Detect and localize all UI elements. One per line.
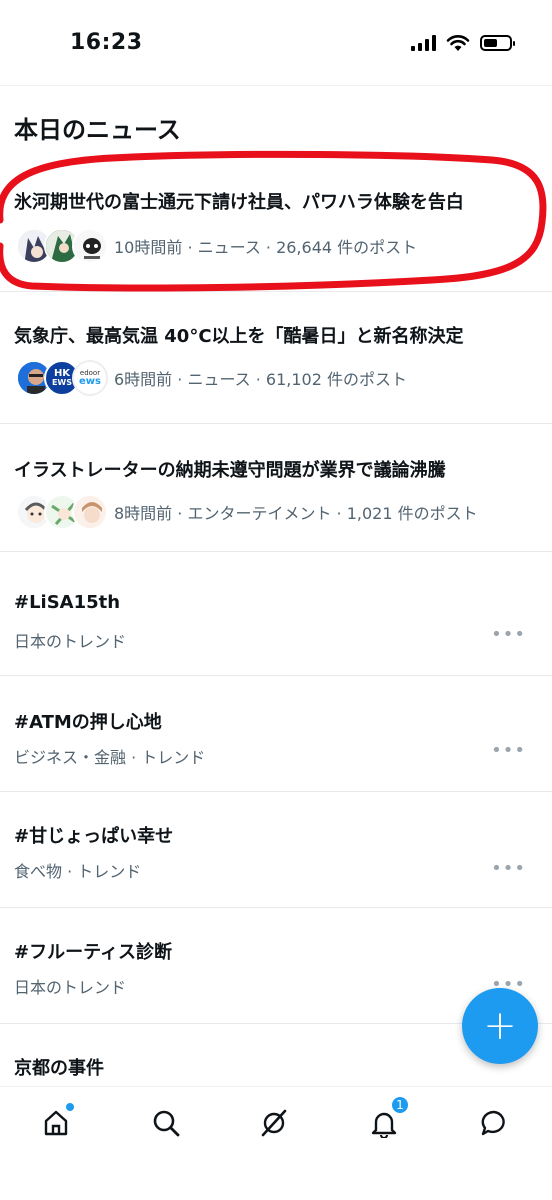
grok-icon bbox=[261, 1109, 287, 1137]
avatar-group bbox=[16, 228, 108, 264]
trend-category: 日本のトレンド bbox=[14, 632, 127, 651]
cellular-signal-icon bbox=[411, 35, 436, 51]
trend-name: #フルーティス診断 bbox=[14, 942, 173, 963]
tab-grok[interactable] bbox=[254, 1103, 294, 1143]
tab-home[interactable] bbox=[36, 1103, 76, 1143]
news-title: 氷河期世代の富士通元下請け社員、パワハラ体験を告白 bbox=[14, 192, 464, 213]
wifi-icon bbox=[446, 35, 470, 51]
trend-item[interactable]: #LiSA15th 日本のトレンド ••• bbox=[0, 552, 552, 676]
plus-icon: + bbox=[483, 1003, 517, 1049]
news-title: 気象庁、最高気温 40°C以上を「酷暑日」と新名称決定 bbox=[14, 326, 464, 347]
news-meta: 10時間前 · ニュース · 26,644 件のポスト bbox=[16, 228, 417, 264]
trend-category: 食べ物 · トレンド bbox=[14, 862, 142, 881]
avatar-group: HK EWS edoor ews bbox=[16, 360, 108, 396]
trend-category: ビジネス・金融 · トレンド bbox=[14, 748, 206, 767]
news-item[interactable]: 氷河期世代の富士通元下請け社員、パワハラ体験を告白 10時間前 · ニュース ·… bbox=[0, 158, 552, 292]
trend-name: 京都の事件 bbox=[14, 1058, 104, 1079]
news-item[interactable]: イラストレーターの納期未遵守問題が業界で議論沸騰 8時間前 · エンターテイメン… bbox=[0, 424, 552, 552]
avatar bbox=[72, 494, 108, 530]
news-title: イラストレーターの納期未遵守問題が業界で議論沸騰 bbox=[14, 460, 446, 481]
tab-messages[interactable] bbox=[474, 1103, 514, 1143]
trend-name: #LiSA15th bbox=[14, 592, 121, 613]
news-meta-text: 10時間前 · ニュース · 26,644 件のポスト bbox=[114, 238, 418, 257]
tab-search[interactable] bbox=[146, 1103, 186, 1143]
avatar-label: ews bbox=[79, 375, 101, 387]
home-icon bbox=[44, 1110, 68, 1136]
more-options-icon[interactable]: ••• bbox=[491, 740, 526, 761]
chat-bubble-icon bbox=[481, 1110, 505, 1136]
trend-name: #ATMの押し心地 bbox=[14, 712, 162, 733]
unread-dot bbox=[66, 1103, 74, 1111]
compose-button[interactable]: + bbox=[462, 988, 538, 1064]
news-meta: 8時間前 · エンターテイメント · 1,021 件のポスト bbox=[16, 494, 478, 530]
more-options-icon[interactable]: ••• bbox=[491, 858, 526, 879]
bottom-tab-bar: 1 bbox=[0, 1086, 552, 1200]
tab-notifications[interactable]: 1 bbox=[364, 1095, 410, 1143]
status-icons bbox=[411, 34, 515, 52]
section-title: 本日のニュース bbox=[14, 116, 181, 144]
news-meta: HK EWS edoor ews 6時間前 · ニュース · 61,102 件の… bbox=[16, 360, 407, 396]
trend-item[interactable]: #甘じょっぱい幸せ 食べ物 · トレンド ••• bbox=[0, 792, 552, 908]
battery-icon bbox=[480, 35, 515, 51]
more-options-icon[interactable]: ••• bbox=[491, 624, 526, 645]
news-meta-text: 6時間前 · ニュース · 61,102 件のポスト bbox=[114, 370, 407, 389]
notification-badge: 1 bbox=[390, 1095, 410, 1115]
trend-name: #甘じょっぱい幸せ bbox=[14, 826, 174, 847]
avatar-label: EWS bbox=[51, 378, 73, 387]
news-meta-text: 8時間前 · エンターテイメント · 1,021 件のポスト bbox=[114, 504, 478, 523]
avatar bbox=[72, 228, 108, 264]
status-bar: 16:23 bbox=[0, 0, 552, 86]
search-icon bbox=[153, 1110, 180, 1137]
news-item[interactable]: 気象庁、最高気温 40°C以上を「酷暑日」と新名称決定 HK EWS edoor… bbox=[0, 292, 552, 424]
trend-category: 日本のトレンド bbox=[14, 978, 127, 997]
avatar: edoor ews bbox=[72, 360, 108, 396]
status-time: 16:23 bbox=[70, 30, 143, 55]
avatar-group bbox=[16, 494, 108, 530]
trend-item[interactable]: #ATMの押し心地 ビジネス・金融 · トレンド ••• bbox=[0, 676, 552, 792]
